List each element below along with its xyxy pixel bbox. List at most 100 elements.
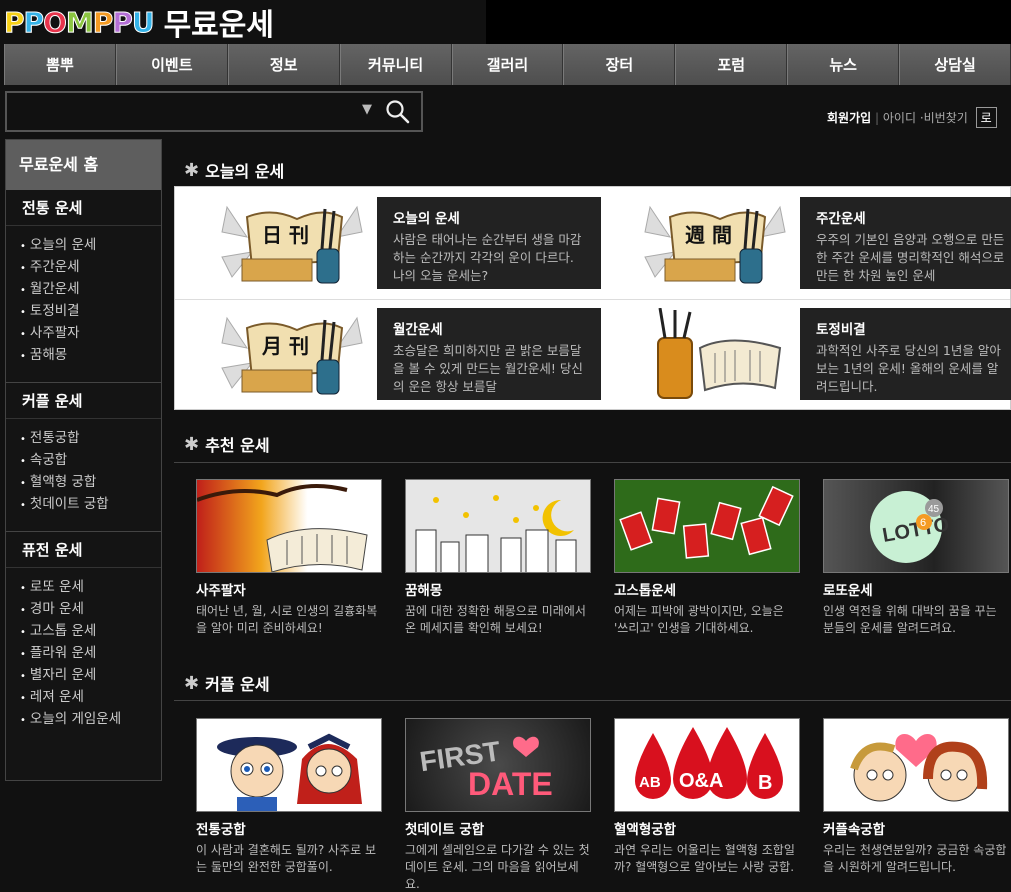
- sidebar-item[interactable]: 경마 운세: [20, 598, 161, 620]
- sidebar-item[interactable]: 레져 운세: [20, 686, 161, 708]
- card-title[interactable]: 고스톱운세: [614, 579, 800, 599]
- search-dropdown-icon[interactable]: ▼: [362, 102, 372, 117]
- card-lotto[interactable]: LOTTO 45 6 로또운세 인생 역전을 위해 대박의 꿈을 꾸는 분들의 …: [823, 479, 1009, 637]
- top-header: PPOMPPU 무료운세: [0, 0, 1011, 44]
- search-input[interactable]: [11, 99, 351, 124]
- card-first-date[interactable]: FIRST DATE 첫데이트 궁합 그에게 셀레임으로 다가갈 수 있는 첫 …: [405, 718, 591, 892]
- search-icon[interactable]: [385, 99, 411, 125]
- card-title[interactable]: 토정비결: [816, 318, 1008, 338]
- card-traditional-match[interactable]: 전통궁합 이 사람과 결혼해도 될까? 사주로 보는 둘만의 완전한 궁합풀이.: [196, 718, 382, 876]
- card-description: 우리는 천생연분일까? 궁금한 속궁합을 시원하게 알려드립니다.: [823, 843, 1007, 874]
- card-description: 어제는 피박에 광박이지만, 오늘은 '쓰리고' 인생을 기대하세요.: [614, 604, 784, 635]
- fortune-card-monthly[interactable]: 月 刊 월간운세 초승달은 희미하지만 곧 밝은 보름달을 볼 수 있게 만드는…: [177, 302, 601, 406]
- book-brush-icon: 日 刊: [221, 205, 363, 284]
- nav-item-event[interactable]: 이벤트: [115, 44, 228, 85]
- sidebar-item[interactable]: 오늘의 운세: [20, 234, 161, 256]
- section-heading-recommend: ✱ 추천 운세: [184, 432, 270, 456]
- nav-item-community[interactable]: 커뮤니티: [339, 44, 452, 85]
- couple-match-thumbnail[interactable]: [823, 718, 1009, 812]
- sidebar-item[interactable]: 플라워 운세: [20, 642, 161, 664]
- main-nav: 뽐뿌 이벤트 정보 커뮤니티 갤러리 장터 포럼 뉴스 상담실: [4, 44, 1011, 85]
- sidebar-item[interactable]: 꿈해몽: [20, 344, 161, 366]
- card-title[interactable]: 오늘의 운세: [393, 207, 585, 227]
- sidebar-item[interactable]: 전통궁합: [20, 427, 161, 449]
- sidebar-item[interactable]: 사주팔자: [20, 322, 161, 344]
- sidebar-section-title: 커플 운세: [6, 383, 161, 419]
- sidebar-item[interactable]: 토정비결: [20, 300, 161, 322]
- traditional-match-thumbnail[interactable]: [196, 718, 382, 812]
- sidebar-item[interactable]: 로또 운세: [20, 576, 161, 598]
- fortune-card-tojeong[interactable]: 토정비결 과학적인 사주로 당신의 1년을 알아보는 1년의 운세! 올해의 운…: [600, 302, 1011, 406]
- card-saju[interactable]: 사주팔자 태어난 년, 월, 시로 인생의 길흉화복을 알아 미리 준비하세요!: [196, 479, 382, 637]
- lotto-number: 45: [928, 504, 940, 515]
- card-title[interactable]: 월간운세: [393, 318, 585, 338]
- nav-item-market[interactable]: 장터: [563, 44, 676, 85]
- page-title: 무료운세: [163, 8, 274, 43]
- card-gostop[interactable]: 고스톱운세 어제는 피박에 광박이지만, 오늘은 '쓰리고' 인생을 기대하세요…: [614, 479, 800, 637]
- card-title[interactable]: 사주팔자: [196, 579, 382, 599]
- lotto-thumbnail[interactable]: LOTTO 45 6: [823, 479, 1009, 573]
- saju-thumbnail[interactable]: [196, 479, 382, 573]
- nav-item-gallery[interactable]: 갤러리: [451, 44, 564, 85]
- sidebar-item[interactable]: 첫데이트 궁합: [20, 493, 161, 515]
- fortune-card-today[interactable]: 日 刊 오늘의 운세 사람은 태어나는 순간부터 생을 마감하는 순간까지 각각…: [177, 191, 601, 295]
- login-button[interactable]: 로: [975, 107, 997, 128]
- card-title[interactable]: 꿈해몽: [405, 579, 591, 599]
- find-id-link[interactable]: 아이디: [883, 111, 916, 125]
- site-logo[interactable]: PPOMPPU 무료운세: [4, 4, 274, 43]
- blood-type-thumbnail[interactable]: AB O&A B: [614, 718, 800, 812]
- first-date-text: DATE: [468, 766, 553, 802]
- sidebar-item[interactable]: 속궁합: [20, 449, 161, 471]
- nav-item-info[interactable]: 정보: [227, 44, 340, 85]
- sidebar-item[interactable]: 고스톱 운세: [20, 620, 161, 642]
- card-glyph: 週 間: [685, 223, 732, 247]
- card-description: 인생 역전을 위해 대박의 꿈을 꾸는 분들의 운세를 알려드려요.: [823, 604, 997, 635]
- fortune-card-text: 오늘의 운세 사람은 태어나는 순간부터 생을 마감하는 순간까지 각각의 운이…: [377, 197, 601, 289]
- fortune-card-text: 월간운세 초승달은 희미하지만 곧 밝은 보름달을 볼 수 있게 만드는 월간운…: [377, 308, 601, 400]
- sidebar-item[interactable]: 혈액형 궁합: [20, 471, 161, 493]
- find-pw-link[interactable]: ·비번찾기: [920, 111, 968, 125]
- nav-item-ppomppu[interactable]: 뽐뿌: [4, 44, 116, 85]
- book-brush-icon: 週 間: [644, 205, 786, 284]
- sidebar-home[interactable]: 무료운세 홈: [6, 140, 161, 190]
- sidebar-item[interactable]: 주간운세: [20, 256, 161, 278]
- card-dream[interactable]: 꿈해몽 꿈에 대한 정확한 해몽으로 미래에서 온 메세지를 확인해 보세요!: [405, 479, 591, 637]
- asterisk-icon: ✱: [184, 672, 200, 694]
- book-brush-icon: 月 刊: [221, 316, 363, 395]
- card-title[interactable]: 혈액형궁합: [614, 818, 800, 838]
- gostop-thumbnail[interactable]: [614, 479, 800, 573]
- search-box: ▼: [5, 91, 423, 132]
- fortune-card-weekly[interactable]: 週 間 주간운세 우주의 기본인 음양과 오행으로 만든 한 주간 운세를 명리…: [600, 191, 1011, 295]
- card-title[interactable]: 전통궁합: [196, 818, 382, 838]
- card-title[interactable]: 주간운세: [816, 207, 1008, 227]
- signup-link[interactable]: 회원가입: [827, 111, 871, 125]
- section-heading-today: ✱ 오늘의 운세: [184, 158, 284, 182]
- card-title[interactable]: 커플속궁합: [823, 818, 1009, 838]
- card-title[interactable]: 로또운세: [823, 579, 1009, 599]
- card-blood-type[interactable]: AB O&A B 혈액형궁합 과연 우리는 어울리는 혈액형 조합일까? 혈액형…: [614, 718, 800, 876]
- first-date-thumbnail[interactable]: FIRST DATE: [405, 718, 591, 812]
- section-heading-text: 오늘의 운세: [205, 162, 285, 181]
- sidebar-item[interactable]: 오늘의 게임운세: [20, 708, 161, 730]
- sidebar-section-title: 전통 운세: [6, 190, 161, 226]
- card-description: 과연 우리는 어울리는 혈액형 조합일까? 혈액형으로 알아보는 사랑 궁합.: [614, 843, 795, 874]
- card-couple-match[interactable]: 커플속궁합 우리는 천생연분일까? 궁금한 속궁합을 시원하게 알려드립니다.: [823, 718, 1009, 876]
- sidebar-item[interactable]: 별자리 운세: [20, 664, 161, 686]
- sidebar-section-title: 퓨전 운세: [6, 532, 161, 568]
- card-description: 과학적인 사주로 당신의 1년을 알아보는 1년의 운세! 올해의 운세를 알려…: [816, 343, 1001, 394]
- card-title[interactable]: 첫데이트 궁합: [405, 818, 591, 838]
- sidebar-item[interactable]: 월간운세: [20, 278, 161, 300]
- card-description: 이 사람과 결혼해도 될까? 사주로 보는 둘만의 완전한 궁합풀이.: [196, 843, 377, 874]
- dream-thumbnail[interactable]: [405, 479, 591, 573]
- nav-item-consult[interactable]: 상담실: [899, 44, 1011, 85]
- fortune-card-text: 주간운세 우주의 기본인 음양과 오행으로 만든 한 주간 운세를 명리학적인 …: [800, 197, 1011, 289]
- sidebar-list: 전통궁합 속궁합 혈액형 궁합 첫데이트 궁합: [6, 419, 161, 532]
- section-heading-text: 추천 운세: [205, 436, 270, 455]
- ppomppu-logo[interactable]: PPOMPPU: [4, 5, 156, 39]
- sidebar-list: 로또 운세 경마 운세 고스톱 운세 플라워 운세 별자리 운세 레져 운세 오…: [6, 568, 161, 746]
- asterisk-icon: ✱: [184, 433, 200, 455]
- card-glyph: 日 刊: [262, 223, 309, 247]
- card-description: 꿈에 대한 정확한 해몽으로 미래에서 온 메세지를 확인해 보세요!: [405, 604, 586, 635]
- nav-item-forum[interactable]: 포럼: [675, 44, 788, 85]
- nav-item-news[interactable]: 뉴스: [787, 44, 900, 85]
